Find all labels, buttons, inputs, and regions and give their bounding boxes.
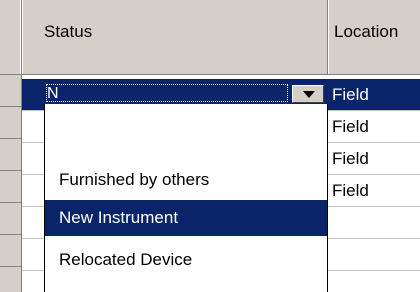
location-cell[interactable]: Field <box>328 175 420 206</box>
row-header-corner[interactable] <box>0 0 22 74</box>
location-cell[interactable] <box>328 239 420 270</box>
row-header-divider <box>0 202 21 203</box>
location-cell[interactable]: Field <box>328 143 420 174</box>
data-grid: Status Location Field Field Field Field <box>0 0 420 292</box>
grid-header: Status Location <box>0 0 420 75</box>
status-combo-value[interactable]: N <box>46 84 288 102</box>
dropdown-button[interactable] <box>292 85 324 103</box>
row-header-divider <box>0 138 21 139</box>
column-header-label: Status <box>44 22 93 41</box>
location-cell[interactable] <box>328 207 420 238</box>
status-combo-editor[interactable]: N <box>44 84 328 104</box>
column-header-status[interactable]: Status <box>22 0 328 74</box>
row-header-divider <box>0 234 21 235</box>
column-header-location[interactable]: Location <box>328 0 420 74</box>
status-dropdown-list: Furnished by others New Instrument Reloc… <box>44 104 328 292</box>
row-header-divider <box>0 266 21 267</box>
dropdown-option[interactable]: Relocated Device <box>45 242 327 278</box>
location-cell[interactable]: Field <box>328 111 420 142</box>
column-header-label: Location <box>334 22 399 41</box>
dropdown-option-blank[interactable] <box>45 104 327 140</box>
row-header-gutter <box>0 75 22 292</box>
dropdown-option[interactable]: Furnished by others <box>45 162 327 198</box>
chevron-down-icon <box>303 91 315 98</box>
location-cell[interactable]: Field <box>328 79 420 110</box>
dropdown-option-highlighted[interactable]: New Instrument <box>45 200 327 236</box>
row-header-divider <box>0 170 21 171</box>
row-header-divider <box>0 106 21 107</box>
